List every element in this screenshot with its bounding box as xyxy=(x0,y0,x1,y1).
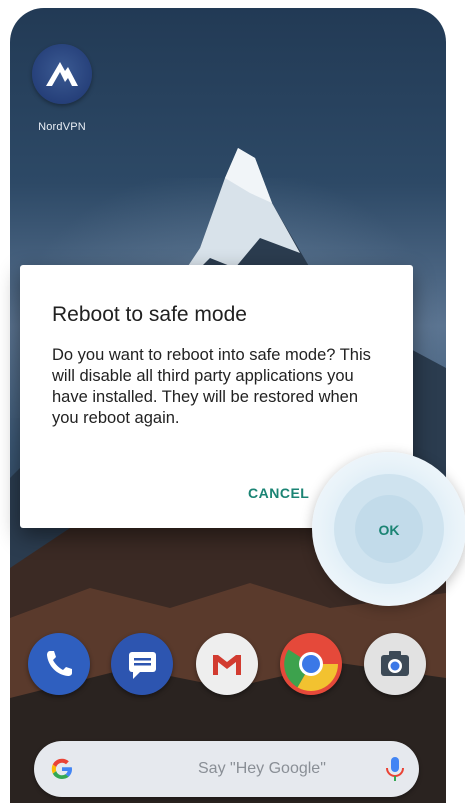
cancel-button[interactable]: CANCEL xyxy=(248,485,309,501)
google-g-icon xyxy=(51,758,72,779)
nordvpn-mountain-icon xyxy=(46,62,78,86)
app-label: NordVPN xyxy=(38,121,86,133)
google-search-bar[interactable]: Say "Hey Google" xyxy=(34,741,419,797)
camera-icon xyxy=(381,651,409,676)
camera-app-icon[interactable] xyxy=(364,633,426,695)
dialog-message: Do you want to reboot into safe mode? Th… xyxy=(52,346,371,427)
nordvpn-app-icon[interactable] xyxy=(32,44,92,104)
phone-icon xyxy=(47,651,72,676)
messages-icon xyxy=(129,652,156,679)
chrome-app-icon[interactable] xyxy=(280,633,342,695)
ok-button[interactable]: OK xyxy=(312,452,465,606)
chrome-icon xyxy=(284,649,338,692)
ok-label: OK xyxy=(378,522,400,538)
dialog-title: Reboot to safe mode xyxy=(52,303,247,326)
gmail-icon xyxy=(213,655,241,675)
search-hint: Say "Hey Google" xyxy=(198,760,326,777)
phone-app-icon[interactable] xyxy=(28,633,90,695)
mic-icon[interactable] xyxy=(384,755,406,783)
messages-app-icon[interactable] xyxy=(111,633,173,695)
gmail-app-icon[interactable] xyxy=(196,633,258,695)
